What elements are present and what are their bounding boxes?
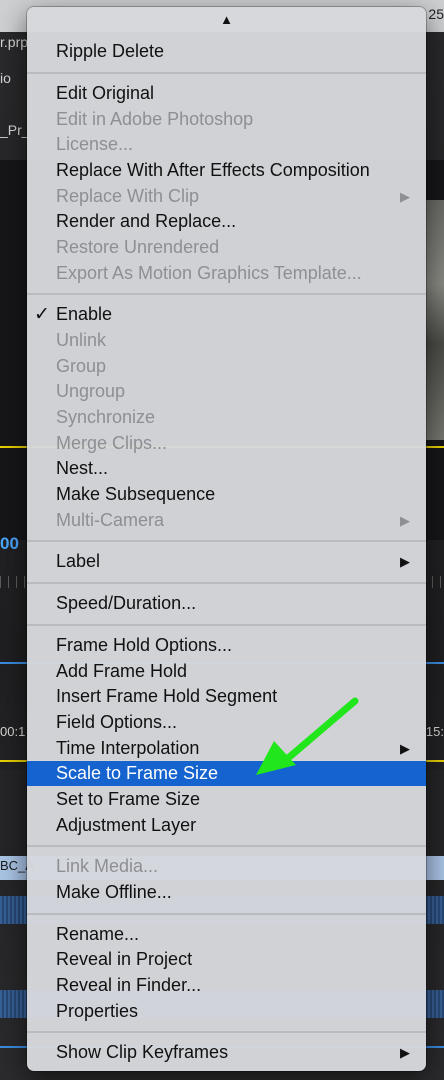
menu-item-unlink: Unlink <box>27 328 426 353</box>
submenu-triangle-icon: ▶ <box>400 741 410 756</box>
menu-separator <box>27 582 426 584</box>
menu-item-edit-in-photoshop: Edit in Adobe Photoshop <box>27 107 426 132</box>
menu-item-synchronize: Synchronize <box>27 405 426 430</box>
menu-item-properties[interactable]: Properties <box>27 999 426 1024</box>
menu-item-make-offline[interactable]: Make Offline... <box>27 880 426 905</box>
menu-item-label: Multi-Camera <box>56 510 165 530</box>
menu-item-label: Edit Original <box>56 83 155 103</box>
sequence-name-fragment: _Pr_ <box>0 122 30 138</box>
menu-item-label: Make Offline... <box>56 882 172 902</box>
menu-item-link-media: Link Media... <box>27 854 426 879</box>
menu-item-label: License... <box>56 134 134 154</box>
timeline-timecode-left: 00:1 <box>0 724 26 739</box>
submenu-triangle-icon: ▶ <box>400 513 410 528</box>
menu-separator <box>27 845 426 847</box>
menu-item-edit-original[interactable]: Edit Original <box>27 81 426 106</box>
menu-item-label: Group <box>56 356 107 376</box>
menu-item-label: Add Frame Hold <box>56 661 188 681</box>
menu-item-export-mogrt: Export As Motion Graphics Template... <box>27 261 426 286</box>
menu-item-label: Ungroup <box>56 381 126 401</box>
submenu-triangle-icon: ▶ <box>400 189 410 204</box>
triangle-up-icon[interactable]: ▲ <box>27 7 426 33</box>
menu-item-label: Speed/Duration... <box>56 593 197 613</box>
menu-item-label: Ripple Delete <box>56 41 165 61</box>
menu-item-make-subsequence[interactable]: Make Subsequence <box>27 482 426 507</box>
clip-context-menu: ▲ Ripple Delete Edit Original Edit in Ad… <box>27 7 426 1071</box>
green-arrow-icon <box>256 697 359 775</box>
menu-item-label: Set to Frame Size <box>56 789 201 809</box>
menu-item-label: Enable <box>56 304 113 324</box>
menu-item-replace-with-clip: Replace With Clip ▶ <box>27 184 426 209</box>
menu-item-label: Properties <box>56 1001 139 1021</box>
menu-item-frame-hold-options[interactable]: Frame Hold Options... <box>27 633 426 658</box>
menu-item-label: Field Options... <box>56 712 178 732</box>
menu-item-ripple-delete[interactable]: Ripple Delete <box>27 39 426 64</box>
menu-item-label: Rename... <box>56 924 140 944</box>
menu-item-label: Unlink <box>56 330 107 350</box>
menu-item-replace-with-ae-comp[interactable]: Replace With After Effects Composition <box>27 158 426 183</box>
menu-item-label: Frame Hold Options... <box>56 635 233 655</box>
menu-item-render-and-replace[interactable]: Render and Replace... <box>27 209 426 234</box>
menu-item-group: Group <box>27 354 426 379</box>
menu-item-merge-clips: Merge Clips... <box>27 431 426 456</box>
top-right-number: 25 <box>428 6 444 22</box>
menu-item-enable[interactable]: ✓ Enable <box>27 302 426 327</box>
menu-item-label: Export As Motion Graphics Template... <box>56 263 362 283</box>
menu-item-rename[interactable]: Rename... <box>27 922 426 947</box>
menu-separator <box>27 293 426 295</box>
program-monitor-video <box>426 200 444 440</box>
menu-item-label: Scale to Frame Size <box>56 763 219 783</box>
menu-item-label: Insert Frame Hold Segment <box>56 686 278 706</box>
menu-item-label: Show Clip Keyframes <box>56 1042 229 1062</box>
menu-item-show-clip-keyframes[interactable]: Show Clip Keyframes ▶ <box>27 1040 426 1065</box>
menu-item-speed-duration[interactable]: Speed/Duration... <box>27 591 426 616</box>
menu-separator <box>27 1031 426 1033</box>
menu-item-label: Restore Unrendered <box>56 237 220 257</box>
menu-item-label: Reveal in Finder... <box>56 975 202 995</box>
menu-item-label: Replace With Clip <box>56 186 200 206</box>
menu-item-label: Merge Clips... <box>56 433 168 453</box>
menu-item-ungroup: Ungroup <box>27 379 426 404</box>
menu-item-label: Edit in Adobe Photoshop <box>56 109 254 129</box>
submenu-triangle-icon: ▶ <box>400 554 410 569</box>
filename-fragment: r.prp <box>0 34 29 50</box>
checkmark-icon: ✓ <box>34 304 50 325</box>
timeline-timecode-right: 15: <box>425 724 444 739</box>
menu-item-reveal-in-project[interactable]: Reveal in Project <box>27 947 426 972</box>
menu-item-adjustment-layer[interactable]: Adjustment Layer <box>27 813 426 838</box>
menu-item-label: Time Interpolation <box>56 738 200 758</box>
menu-item-nest[interactable]: Nest... <box>27 456 426 481</box>
menu-item-label: Label <box>56 551 101 571</box>
menu-separator <box>27 913 426 915</box>
menu-item-reveal-in-finder[interactable]: Reveal in Finder... <box>27 973 426 998</box>
panel-label-fragment: io <box>0 70 11 86</box>
menu-item-label-submenu[interactable]: Label ▶ <box>27 549 426 574</box>
menu-item-restore-unrendered: Restore Unrendered <box>27 235 426 260</box>
menu-item-label: Replace With After Effects Composition <box>56 160 370 180</box>
menu-item-label: Render and Replace... <box>56 211 237 231</box>
menu-item-label: Link Media... <box>56 856 159 876</box>
submenu-triangle-icon: ▶ <box>400 1045 410 1060</box>
menu-item-license: License... <box>27 132 426 157</box>
menu-item-label: Reveal in Project <box>56 949 193 969</box>
menu-item-label: Make Subsequence <box>56 484 216 504</box>
menu-separator <box>27 624 426 626</box>
menu-separator <box>27 72 426 74</box>
menu-item-label: Adjustment Layer <box>56 815 197 835</box>
menu-item-set-to-frame-size[interactable]: Set to Frame Size <box>27 787 426 812</box>
menu-item-label: Synchronize <box>56 407 156 427</box>
menu-item-label: Nest... <box>56 458 109 478</box>
timecode-fragment: 00 <box>0 534 19 553</box>
menu-separator <box>27 540 426 542</box>
menu-item-add-frame-hold[interactable]: Add Frame Hold <box>27 659 426 684</box>
menu-item-multi-camera: Multi-Camera ▶ <box>27 508 426 533</box>
